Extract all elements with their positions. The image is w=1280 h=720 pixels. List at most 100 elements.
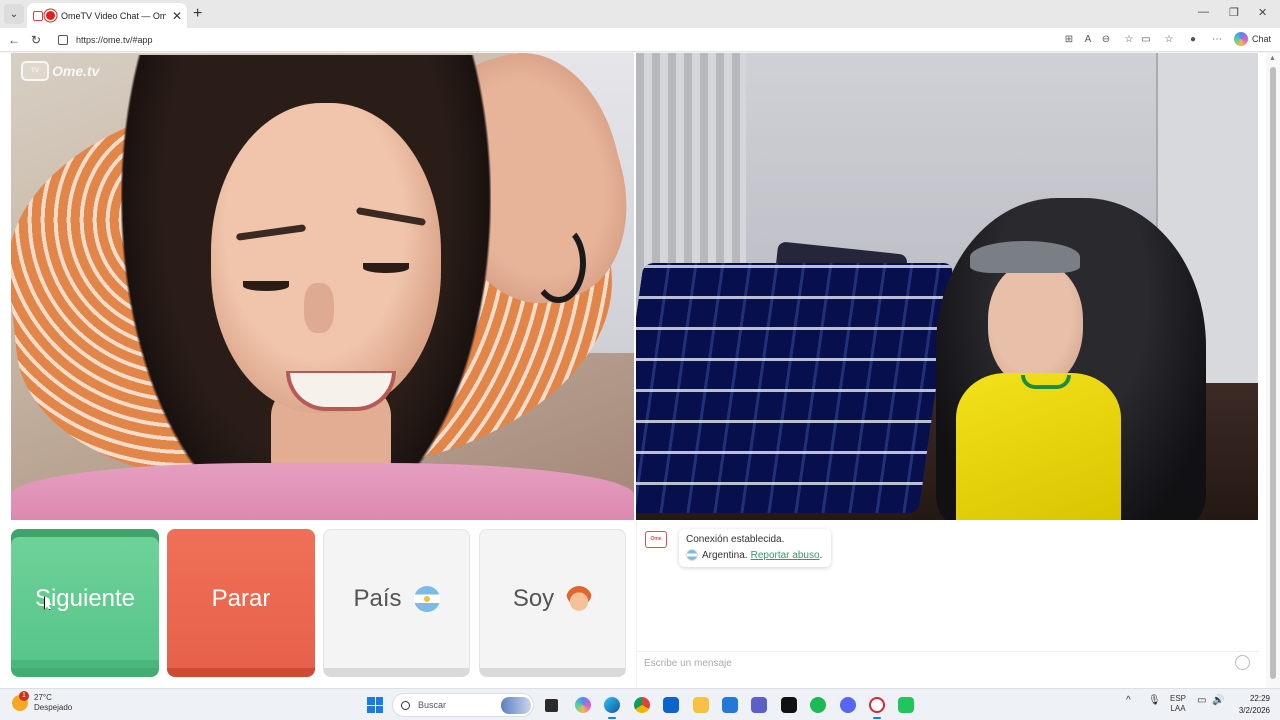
chat-app-icon[interactable] [898,697,914,713]
new-tab-icon[interactable]: + [193,5,202,23]
country-button-label: País [353,585,402,612]
more-menu-icon[interactable]: ⋯ [1211,34,1223,46]
page-content: TV Ome.tv Siguiente Parar País Soy Ome C… [0,53,1280,688]
tracking-prevention-icon[interactable]: ⊖ [1100,34,1112,46]
task-view-icon[interactable] [545,699,558,712]
local-video [636,53,1258,520]
message-input-placeholder: Escribe un mensaje [644,658,732,669]
copilot-app-icon[interactable] [575,697,591,713]
weather-sun-icon: 1 [12,691,29,711]
stop-button[interactable]: Parar [167,529,315,677]
video-nose [304,283,334,333]
chat-panel: Ome Conexión establecida. Argentina. Rep… [636,521,1259,688]
argentina-flag-icon [413,586,440,612]
outlook-icon[interactable] [663,697,679,713]
refresh-icon[interactable]: ↻ [31,33,41,47]
connection-status-text: Conexión establecida. [686,534,785,545]
remote-video: TV Ome.tv [11,53,634,520]
app-available-icon[interactable]: ⊞ [1063,34,1075,46]
edge-icon[interactable] [604,697,620,713]
country-button[interactable]: País [323,529,470,677]
windows-start-icon[interactable] [367,697,383,713]
video-shirt [11,463,634,520]
recording-indicator-icon [46,11,55,20]
video-bed-pattern [636,263,954,513]
weather-alert-badge: 1 [19,691,29,701]
discord-icon[interactable] [840,697,856,713]
taskbar-clock[interactable]: 22:29 3/2/2026 [1230,693,1270,717]
gender-button[interactable]: Soy [479,529,626,677]
minimize-icon[interactable]: — [1198,6,1209,18]
opera-icon[interactable] [869,697,885,713]
file-explorer-icon[interactable] [693,697,709,713]
ometv-chat-logo-icon: Ome [645,531,667,548]
microphone-icon[interactable]: 🎙 [1148,695,1161,706]
system-message: Conexión establecida. Argentina. Reporta… [679,529,831,567]
translate-icon[interactable]: A [1082,34,1094,46]
copilot-icon [1234,32,1248,46]
browser-tab[interactable]: OmeTV Video Chat — Omegle ✕ [27,3,187,28]
clock-time: 22:29 [1249,694,1270,703]
address-bar: ← ↻ https://ome.tv/#app ⊞ A ⊖ ☆ ▭ ☆ ● ⋯ … [0,28,1280,52]
ometv-logo-text: Ome.tv [52,63,100,79]
show-hidden-icons-chevron-icon[interactable]: ^ [1126,695,1131,706]
search-icon [401,700,410,710]
close-window-icon[interactable]: ✕ [1258,6,1267,19]
edge-active-indicator [608,717,616,719]
search-highlight-image [501,697,531,714]
taskbar-search[interactable]: Buscar [392,693,534,717]
spotify-icon[interactable] [810,697,826,713]
epic-games-icon[interactable] [781,697,797,713]
url-field[interactable]: https://ome.tv/#app [52,30,1232,50]
favorites-icon[interactable]: ☆ [1163,34,1175,46]
video-face [988,263,1083,388]
copilot-chat-button[interactable]: Chat [1234,32,1271,46]
camera-in-use-icon[interactable]: ▭ [1140,34,1152,46]
ometv-favicon-icon [33,10,43,21]
weather-temp: 27°C [34,693,52,702]
scroll-up-icon[interactable]: ▲ [1269,55,1276,62]
video-eye [243,281,289,291]
video-eye [363,263,409,273]
clock-date: 3/2/2026 [1238,706,1270,715]
report-abuse-link[interactable]: Reportar abuso [751,550,820,561]
video-bracelet [531,223,586,303]
favorite-star-icon[interactable]: ☆ [1123,34,1135,46]
site-info-icon[interactable] [58,35,68,45]
scroll-thumb[interactable] [1270,67,1276,679]
tab-actions-chevron-icon[interactable]: ⌄ [4,4,24,24]
back-icon[interactable]: ← [8,33,20,47]
ometv-logo: TV Ome.tv [21,61,99,81]
next-button[interactable]: Siguiente [11,529,159,677]
network-icon[interactable]: ▭ [1197,695,1206,706]
language-line1: ESP [1170,694,1187,703]
message-input[interactable]: Escribe un mensaje [637,651,1259,675]
search-placeholder: Buscar [418,700,447,710]
windows-taskbar: 1 27°C Despejado Buscar ^ 🎙 ESP LAA ▭ 🔊 … [0,688,1280,720]
teams-icon[interactable] [751,697,767,713]
chrome-icon[interactable] [634,697,650,713]
copilot-label: Chat [1252,34,1272,44]
opera-active-indicator [873,717,881,719]
weather-widget[interactable]: 1 27°C Despejado [12,691,73,713]
weather-desc: Despejado [34,703,73,712]
browser-tabbar: ⌄ OmeTV Video Chat — Omegle ✕ + — ❐ ✕ [0,0,1280,28]
profile-icon[interactable]: ● [1187,34,1199,46]
tab-title: OmeTV Video Chat — Omegle [61,10,166,21]
gender-button-label: Soy [512,585,555,612]
page-scrollbar[interactable]: ▲ [1266,53,1280,688]
close-tab-icon[interactable]: ✕ [172,9,182,23]
video-face [211,103,441,413]
stop-button-label: Parar [211,584,271,612]
microsoft-store-icon[interactable] [722,697,738,713]
language-line2: LAA [1170,704,1186,713]
volume-icon[interactable]: 🔊 [1212,695,1224,706]
language-indicator[interactable]: ESP LAA [1170,694,1186,714]
emoji-picker-icon[interactable] [1235,655,1250,670]
restore-icon[interactable]: ❐ [1229,6,1239,19]
argentina-flag-icon [686,549,698,561]
video-jersey [956,373,1121,520]
ometv-tv-icon: TV [21,61,49,81]
url-text: https://ome.tv/#app [76,35,153,45]
video-cap [970,241,1080,273]
